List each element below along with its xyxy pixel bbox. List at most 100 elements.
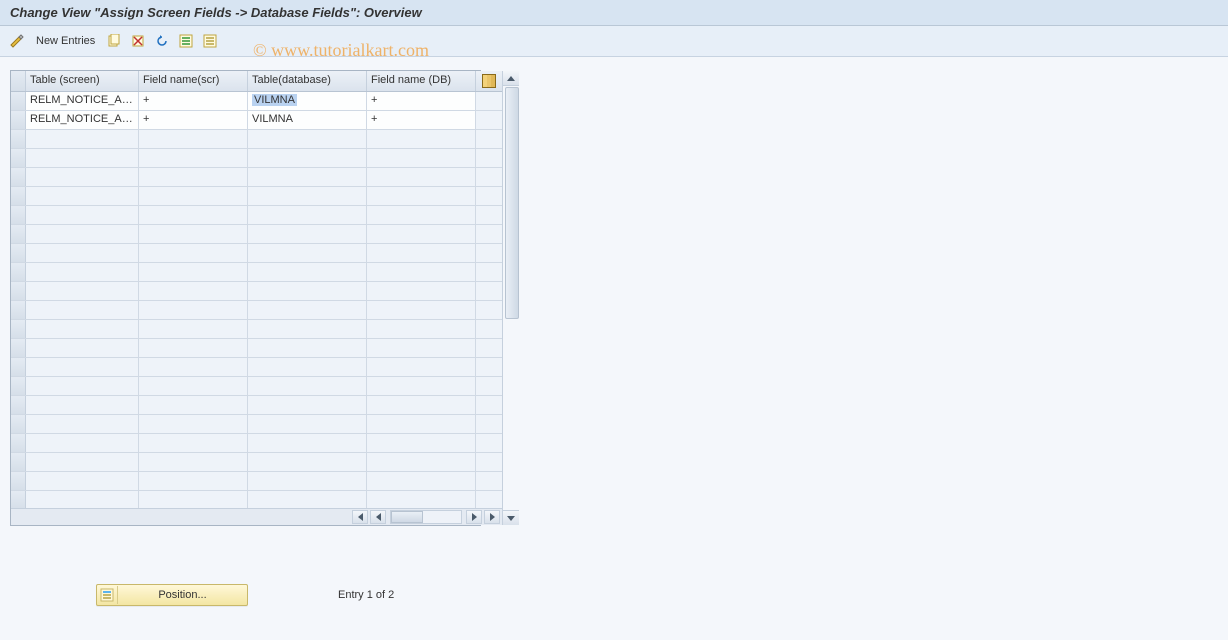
row-selector[interactable] xyxy=(11,415,26,433)
table-cell[interactable] xyxy=(367,472,476,490)
vscroll-up-button[interactable] xyxy=(503,71,519,86)
column-header-table-screen[interactable]: Table (screen) xyxy=(26,71,139,91)
column-header-field-db[interactable]: Field name (DB) xyxy=(367,71,476,91)
table-cell[interactable] xyxy=(248,301,367,319)
table-cell[interactable] xyxy=(139,320,248,338)
row-selector[interactable] xyxy=(11,377,26,395)
table-cell[interactable] xyxy=(139,434,248,452)
table-cell[interactable] xyxy=(248,358,367,376)
row-selector[interactable] xyxy=(11,396,26,414)
table-cell[interactable] xyxy=(26,377,139,395)
table-cell[interactable] xyxy=(367,187,476,205)
row-selector[interactable] xyxy=(11,225,26,243)
row-selector[interactable] xyxy=(11,491,26,508)
table-cell[interactable] xyxy=(367,206,476,224)
table-cell[interactable]: + xyxy=(139,111,248,129)
table-cell[interactable] xyxy=(26,225,139,243)
table-cell[interactable] xyxy=(367,453,476,471)
position-button[interactable]: Position... xyxy=(96,584,248,606)
table-cell[interactable] xyxy=(367,358,476,376)
table-cell[interactable] xyxy=(248,225,367,243)
table-cell[interactable] xyxy=(367,415,476,433)
table-cell[interactable] xyxy=(248,453,367,471)
table-cell[interactable] xyxy=(26,206,139,224)
table-cell[interactable] xyxy=(139,415,248,433)
table-cell[interactable] xyxy=(248,187,367,205)
vscroll-down-button[interactable] xyxy=(503,510,519,525)
table-cell[interactable] xyxy=(367,130,476,148)
table-cell[interactable]: + xyxy=(367,111,476,129)
table-cell[interactable] xyxy=(26,472,139,490)
table-cell[interactable] xyxy=(367,377,476,395)
table-cell[interactable] xyxy=(26,339,139,357)
row-selector[interactable] xyxy=(11,111,26,129)
hscroll-thumb[interactable] xyxy=(391,511,423,523)
undo-icon[interactable] xyxy=(153,32,171,50)
table-cell[interactable] xyxy=(367,225,476,243)
table-cell[interactable] xyxy=(367,244,476,262)
row-selector[interactable] xyxy=(11,301,26,319)
table-cell[interactable] xyxy=(26,396,139,414)
table-cell[interactable] xyxy=(139,491,248,508)
table-cell[interactable] xyxy=(248,491,367,508)
table-cell[interactable] xyxy=(139,377,248,395)
table-cell[interactable] xyxy=(139,453,248,471)
hscroll-left-button[interactable] xyxy=(370,510,386,524)
table-cell[interactable] xyxy=(139,187,248,205)
table-cell[interactable] xyxy=(26,358,139,376)
table-cell[interactable]: + xyxy=(367,92,476,110)
row-selector[interactable] xyxy=(11,149,26,167)
table-cell[interactable] xyxy=(139,263,248,281)
table-cell[interactable] xyxy=(26,263,139,281)
table-cell[interactable] xyxy=(367,491,476,508)
table-cell[interactable] xyxy=(367,168,476,186)
row-selector[interactable] xyxy=(11,453,26,471)
table-cell[interactable] xyxy=(248,206,367,224)
row-selector-header[interactable] xyxy=(11,71,26,91)
table-cell[interactable] xyxy=(367,282,476,300)
table-cell[interactable] xyxy=(248,130,367,148)
table-cell[interactable] xyxy=(139,339,248,357)
row-selector[interactable] xyxy=(11,263,26,281)
table-cell[interactable] xyxy=(26,149,139,167)
row-selector[interactable] xyxy=(11,282,26,300)
table-cell[interactable] xyxy=(139,168,248,186)
table-cell[interactable] xyxy=(367,434,476,452)
row-selector[interactable] xyxy=(11,244,26,262)
row-selector[interactable] xyxy=(11,206,26,224)
table-cell[interactable] xyxy=(139,130,248,148)
column-header-table-db[interactable]: Table(database) xyxy=(248,71,367,91)
delete-icon[interactable] xyxy=(129,32,147,50)
table-cell[interactable] xyxy=(26,491,139,508)
table-cell[interactable] xyxy=(248,244,367,262)
table-cell[interactable]: + xyxy=(139,92,248,110)
vscroll-thumb[interactable] xyxy=(505,87,519,319)
row-selector[interactable] xyxy=(11,339,26,357)
row-selector[interactable] xyxy=(11,472,26,490)
table-cell[interactable] xyxy=(26,282,139,300)
table-cell[interactable] xyxy=(139,244,248,262)
table-cell[interactable] xyxy=(367,320,476,338)
table-cell[interactable] xyxy=(248,149,367,167)
table-cell[interactable] xyxy=(26,301,139,319)
table-cell[interactable] xyxy=(139,225,248,243)
table-cell[interactable]: VILMNA xyxy=(248,92,367,110)
table-cell[interactable] xyxy=(248,472,367,490)
row-selector[interactable] xyxy=(11,358,26,376)
table-cell[interactable] xyxy=(367,396,476,414)
table-cell[interactable] xyxy=(139,358,248,376)
table-cell[interactable]: VILMNA xyxy=(248,111,367,129)
table-cell[interactable] xyxy=(26,434,139,452)
table-cell[interactable] xyxy=(367,149,476,167)
hscroll-first-button[interactable] xyxy=(352,510,368,524)
table-cell[interactable] xyxy=(139,206,248,224)
table-cell[interactable] xyxy=(139,282,248,300)
table-cell[interactable] xyxy=(248,320,367,338)
table-config-button[interactable] xyxy=(476,71,502,91)
column-header-field-scr[interactable]: Field name(scr) xyxy=(139,71,248,91)
new-entries-button[interactable]: New Entries xyxy=(32,35,99,47)
table-cell[interactable] xyxy=(139,472,248,490)
table-cell[interactable] xyxy=(248,263,367,281)
row-selector[interactable] xyxy=(11,168,26,186)
table-cell[interactable] xyxy=(26,168,139,186)
